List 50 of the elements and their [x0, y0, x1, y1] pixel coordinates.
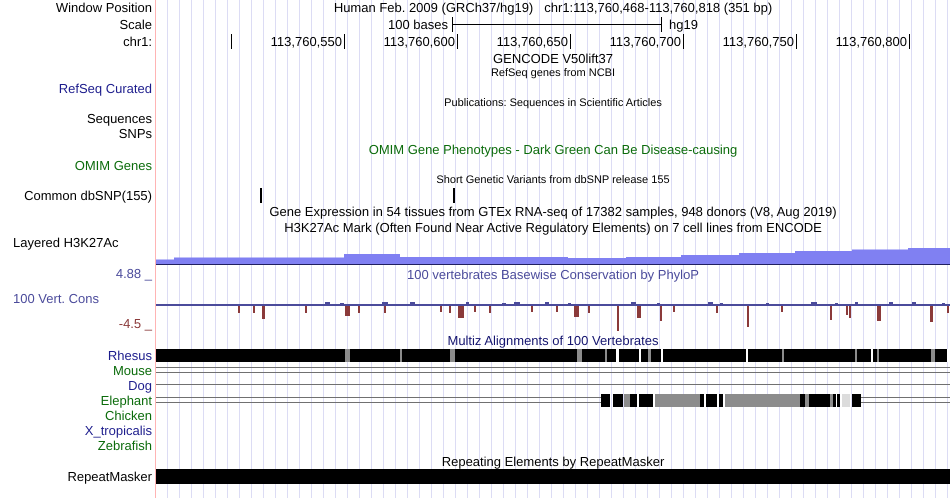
track-label[interactable]: RefSeq Curated	[58, 80, 152, 96]
track-label[interactable]: OMIM Genes	[74, 158, 152, 173]
track-label[interactable]: Chicken	[105, 408, 152, 423]
track-title: Repeating Elements by RepeatMasker	[442, 454, 664, 468]
axis-max-label: 4.88 _	[116, 265, 152, 284]
track-label[interactable]: Sequences	[86, 110, 152, 126]
tick-mark	[570, 34, 571, 49]
track-label[interactable]: Zebrafish	[98, 438, 152, 453]
ruler-number: 113,760,750	[722, 34, 794, 49]
track-label[interactable]: RepeatMasker	[67, 469, 152, 484]
track-title: Gene Expression in 54 tissues from GTEx RNA-seq of 17382 samples, 948 donors (V8, Aug 2019)	[269, 204, 837, 218]
track-label[interactable]: Common dbSNP(155)	[24, 188, 152, 203]
track-title: GENCODE V50lift37	[493, 52, 613, 64]
track-label[interactable]: Layered H3K27Ac	[13, 235, 119, 250]
tick-mark	[796, 34, 797, 49]
track-label[interactable]: Mouse	[112, 363, 152, 378]
track-title: 100 vertebrates Basewise Conservation by PhyloP	[407, 268, 699, 281]
row-label: Scale	[119, 16, 152, 34]
track-title: OMIM Gene Phenotypes - Dark Green Can Be Disease-causing	[368, 143, 738, 156]
snp-mark	[260, 188, 262, 202]
ruler-number: 113,760,600	[384, 34, 455, 49]
track-title: Publications: Sequences in Scientific Articles	[444, 98, 662, 109]
track-label[interactable]: Dog	[128, 378, 152, 393]
track-label[interactable]: Rhesus	[108, 348, 152, 363]
track-label[interactable]: X_tropicalis	[84, 423, 152, 438]
track-title: Multiz Alignments of 100 Vertebrates	[447, 334, 658, 346]
assembly-title: Human Feb. 2009 (GRCh37/hg19)	[334, 0, 534, 18]
tick-mark	[457, 34, 458, 49]
row-label: chr1:	[123, 32, 152, 51]
ruler-number: 113,760,650	[496, 34, 568, 49]
track-label[interactable]: Elephant	[100, 393, 152, 408]
ruler-number: 113,760,700	[610, 34, 681, 49]
row-label: Window Position	[56, 0, 152, 18]
tick-mark	[683, 34, 684, 49]
scale-bar-icon	[452, 17, 663, 32]
axis-min-label: -4.5 _	[118, 315, 152, 334]
ruler-number: 113,760,550	[270, 34, 342, 49]
track-title: H3K27Ac Mark (Often Found Near Active Regulatory Elements) on 7 cell lines from ENCODE	[284, 220, 822, 234]
tick-mark	[344, 34, 345, 49]
position-range: chr1:113,760,468-113,760,818 (351 bp)	[544, 0, 772, 18]
ruler-number: 113,760,800	[836, 34, 907, 49]
track-label[interactable]: SNPs	[118, 126, 152, 142]
track-title: Short Genetic Variants from dbSNP release 155	[436, 174, 670, 186]
track-label[interactable]: 100 Vert. Cons	[13, 289, 99, 309]
scale-length: 100 bases	[388, 16, 448, 34]
track-title: RefSeq genes from NCBI	[490, 68, 616, 79]
tick-mark	[231, 34, 232, 49]
snp-mark	[453, 188, 455, 202]
tick-mark	[909, 34, 910, 49]
scale-assembly: hg19	[669, 16, 698, 34]
